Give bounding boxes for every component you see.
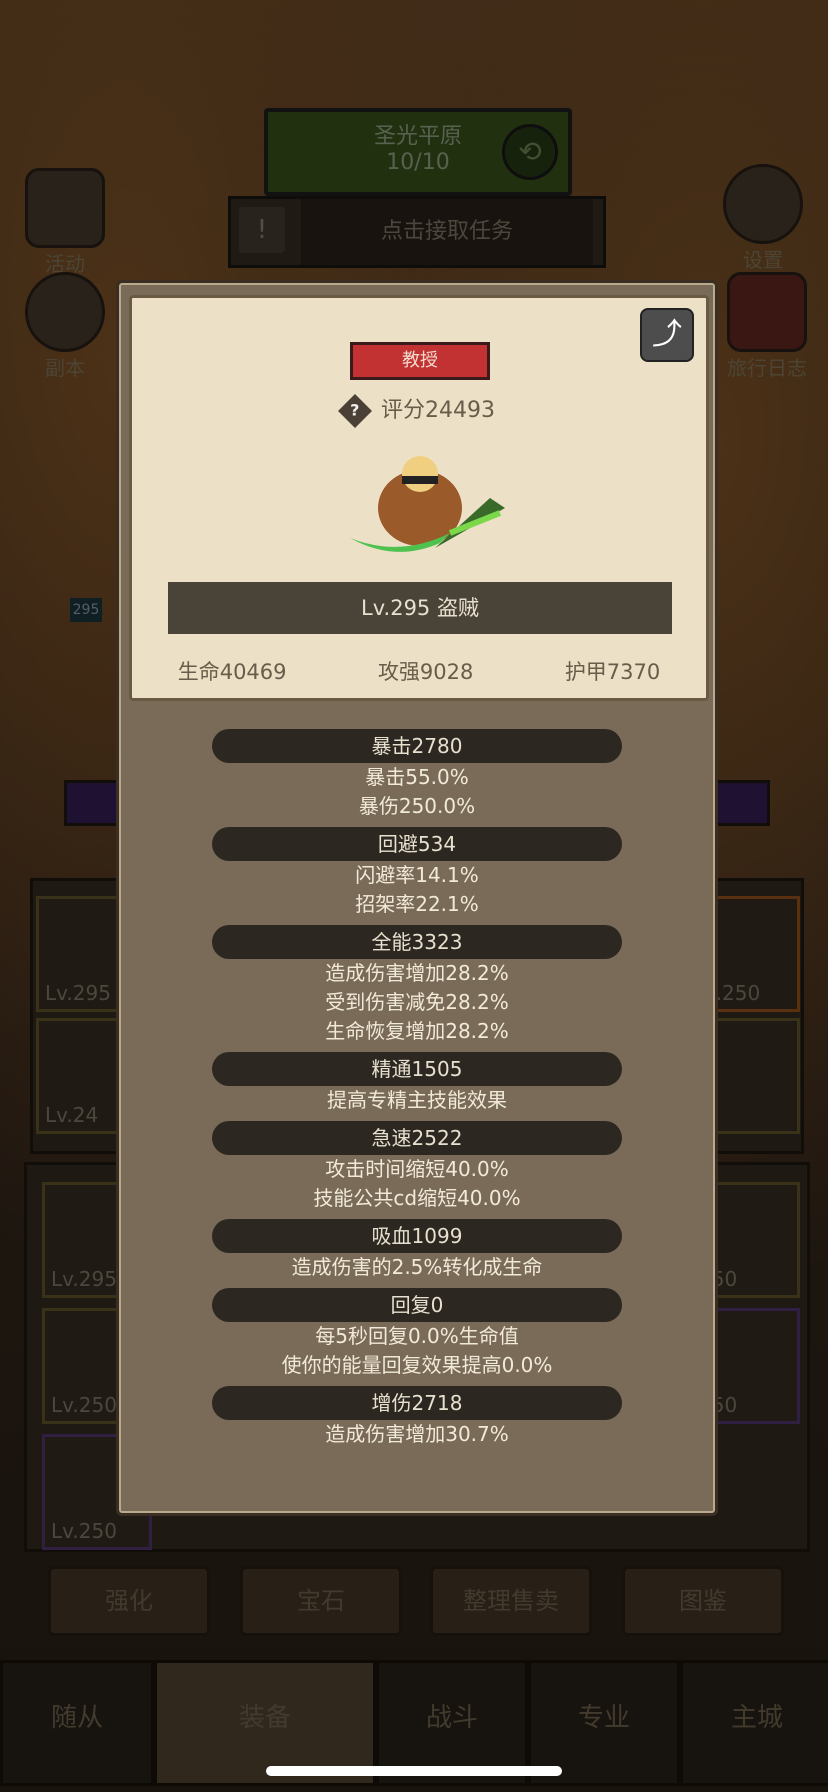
stat-detail-line: 招架率22.1% bbox=[355, 892, 479, 916]
character-avatar bbox=[350, 456, 505, 552]
stat-section-header: 全能3323 bbox=[212, 925, 622, 959]
character-card: ⤴ 教授 ? 评分24493 Lv.295 盗贼 生命40469 攻强9028 护… bbox=[129, 295, 709, 701]
stat-section-header: 精通1505 bbox=[212, 1052, 622, 1086]
hp-stat: 生命40469 bbox=[177, 660, 287, 684]
stat-detail-line: 暴击55.0% bbox=[365, 765, 469, 789]
help-icon[interactable]: ? bbox=[338, 394, 372, 428]
stat-detail-line: 闪避率14.1% bbox=[355, 863, 479, 887]
stat-detail-line: 提高专精主技能效果 bbox=[327, 1088, 507, 1112]
stat-detail-line: 受到伤害减免28.2% bbox=[325, 990, 509, 1014]
stat-section-header: 急速2522 bbox=[212, 1121, 622, 1155]
stat-section-header: 增伤2718 bbox=[212, 1386, 622, 1420]
stat-detail-line: 使你的能量回复效果提高0.0% bbox=[281, 1353, 553, 1377]
main-stats: 生命40469 攻强9028 护甲7370 bbox=[132, 656, 706, 686]
stat-detail-line: 技能公共cd缩短40.0% bbox=[313, 1186, 521, 1210]
character-name: Lv.295 盗贼 bbox=[168, 582, 672, 634]
stat-detail-line: 造成伤害增加30.7% bbox=[325, 1422, 509, 1446]
stat-section-header: 回复0 bbox=[212, 1288, 622, 1322]
stat-section-header: 暴击2780 bbox=[212, 729, 622, 763]
home-indicator[interactable] bbox=[266, 1766, 562, 1776]
score-text: 评分24493 bbox=[381, 398, 495, 423]
stat-detail-line: 攻击时间缩短40.0% bbox=[325, 1157, 509, 1181]
stat-section-header: 回避534 bbox=[212, 827, 622, 861]
character-stats-dialog: ⤴ 教授 ? 评分24493 Lv.295 盗贼 生命40469 攻强9028 护… bbox=[116, 280, 718, 1516]
attack-stat: 攻强9028 bbox=[377, 660, 474, 684]
stat-detail-line: 生命恢复增加28.2% bbox=[325, 1019, 509, 1043]
stat-detail-line: 每5秒回复0.0%生命值 bbox=[315, 1324, 519, 1348]
title-badge: 教授 bbox=[350, 342, 490, 380]
stat-detail-line: 造成伤害增加28.2% bbox=[325, 961, 509, 985]
score-row: ? 评分24493 bbox=[132, 392, 706, 428]
stat-detail-line: 造成伤害的2.5%转化成生命 bbox=[291, 1255, 543, 1279]
stat-list: 暴击2780 暴击55.0% 暴伤250.0% 回避534 闪避率14.1% 招架率22.… bbox=[119, 723, 715, 1449]
share-icon[interactable]: ⤴ bbox=[640, 308, 694, 362]
stat-section-header: 吸血1099 bbox=[212, 1219, 622, 1253]
stat-detail-line: 暴伤250.0% bbox=[358, 794, 476, 818]
armor-stat: 护甲7370 bbox=[564, 660, 661, 684]
